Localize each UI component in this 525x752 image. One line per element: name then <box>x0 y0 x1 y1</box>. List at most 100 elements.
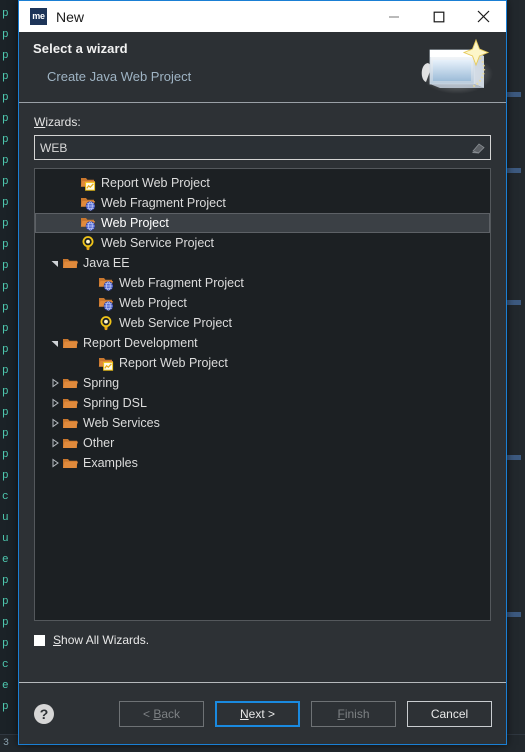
dialog-button-bar: ? < Back Next > Finish Cancel <box>19 682 506 744</box>
cancel-button[interactable]: Cancel <box>407 700 492 727</box>
search-field-wrapper[interactable] <box>34 135 491 160</box>
tree-item-label: Report Web Project <box>101 176 210 190</box>
editor-code-line: p <box>2 386 9 398</box>
editor-code-line: p <box>2 197 9 209</box>
back-button: < Back <box>119 700 204 727</box>
triangle-right-icon[interactable] <box>49 373 61 393</box>
triangle-down-icon[interactable] <box>49 333 61 353</box>
editor-code-line: c <box>2 491 9 503</box>
triangle-down-icon[interactable] <box>49 253 61 273</box>
triangle-right-icon[interactable] <box>49 413 61 433</box>
tree-item[interactable]: Web Project <box>35 293 490 313</box>
folder-open-icon <box>61 335 79 351</box>
new-wizard-dialog: me New Select a wizard Create Java Web P… <box>18 0 507 745</box>
show-all-wizards-label: Show All Wizards. <box>53 633 149 647</box>
dialog-title: New <box>56 8 85 25</box>
editor-code-line: p <box>2 281 9 293</box>
tree-item[interactable]: Spring DSL <box>35 393 490 413</box>
tree-item[interactable]: Report Web Project <box>35 173 490 193</box>
folder-report-icon <box>79 175 97 191</box>
triangle-right-icon[interactable] <box>49 433 61 453</box>
wizard-nav-buttons: < Back Next > Finish Cancel <box>119 700 492 727</box>
tree-item[interactable]: Spring <box>35 373 490 393</box>
folder-open-icon <box>61 395 79 411</box>
editor-code-line: p <box>2 575 9 587</box>
editor-code-line: p <box>2 8 9 20</box>
tree-item-label: Web Fragment Project <box>101 196 226 210</box>
editor-code-line: p <box>2 218 9 230</box>
tree-item[interactable]: Other <box>35 433 490 453</box>
minimize-icon[interactable] <box>371 1 416 32</box>
tree-item[interactable]: Web Fragment Project <box>35 193 490 213</box>
tree-item[interactable]: Java EE <box>35 253 490 273</box>
tree-item[interactable]: Report Web Project <box>35 353 490 373</box>
editor-code-line: p <box>2 239 9 251</box>
tree-item[interactable]: Web Service Project <box>35 233 490 253</box>
tree-item-label: Other <box>83 436 115 450</box>
editor-code-line: p <box>2 344 9 356</box>
tree-item-label: Spring DSL <box>83 396 147 410</box>
show-all-wizards-checkbox[interactable] <box>34 634 45 646</box>
editor-code-line: p <box>2 596 9 608</box>
svg-text:?: ? <box>40 706 49 722</box>
tree-item-label: Web Fragment Project <box>119 276 244 290</box>
button-label: < Back <box>142 706 181 721</box>
button-label: Cancel <box>430 706 469 721</box>
tree-item-label: Examples <box>83 456 138 470</box>
tree-item-label: Web Project <box>101 216 169 230</box>
triangle-right-icon[interactable] <box>49 393 61 413</box>
folder-open-icon <box>61 255 79 271</box>
tree-item[interactable]: Web Fragment Project <box>35 273 490 293</box>
folder-report-icon <box>97 355 115 371</box>
folder-open-icon <box>61 415 79 431</box>
folder-open-icon <box>61 455 79 471</box>
tree-item[interactable]: Examples <box>35 453 490 473</box>
wizard-header: Select a wizard Create Java Web Project <box>19 32 506 103</box>
editor-code-line: p <box>2 176 9 188</box>
editor-code-line: p <box>2 29 9 41</box>
folder-web-icon <box>79 215 97 231</box>
app-icon: me <box>30 8 47 25</box>
dialog-title-bar: me New <box>19 1 506 32</box>
maximize-icon[interactable] <box>416 1 461 32</box>
show-all-rest: how All Wizards. <box>61 633 150 647</box>
next-button[interactable]: Next > <box>215 700 300 727</box>
editor-code-line: c <box>2 659 9 671</box>
tree-item-label: Web Project <box>119 296 187 310</box>
editor-code-line: p <box>2 407 9 419</box>
editor-code-line: p <box>2 260 9 272</box>
show-all-wizards-row[interactable]: Show All Wizards. <box>34 633 491 647</box>
editor-code-line: u <box>2 512 9 524</box>
editor-code-line: p <box>2 134 9 146</box>
wizards-label-rest: izards: <box>45 115 81 129</box>
editor-code-line: e <box>2 680 9 692</box>
wizards-label: Wizards: <box>34 115 491 129</box>
folder-web-icon <box>97 275 115 291</box>
editor-code-line: p <box>2 638 9 650</box>
close-icon[interactable] <box>461 1 506 32</box>
tree-item-label: Spring <box>83 376 120 390</box>
show-all-mnemonic: S <box>53 633 62 647</box>
editor-code-line: p <box>2 113 9 125</box>
tree-item[interactable]: Web Project <box>35 213 490 233</box>
editor-code-line: p <box>2 155 9 167</box>
tree-item-label: Web Service Project <box>101 236 215 250</box>
search-input[interactable] <box>35 136 490 159</box>
folder-web-icon <box>97 295 115 311</box>
new-window-sparkle-icon <box>410 36 496 100</box>
editor-code-line: e <box>2 554 9 566</box>
tree-item[interactable]: Web Services <box>35 413 490 433</box>
help-question-icon[interactable]: ? <box>33 703 55 725</box>
triangle-right-icon[interactable] <box>49 453 61 473</box>
tree-item[interactable]: Report Development <box>35 333 490 353</box>
eraser-icon[interactable] <box>470 141 486 155</box>
editor-code-line: p <box>2 428 9 440</box>
editor-code-line: p <box>2 365 9 377</box>
editor-code-line: p <box>2 617 9 629</box>
editor-code-line: p <box>2 470 9 482</box>
editor-code-line: p <box>2 71 9 83</box>
tree-item[interactable]: Web Service Project <box>35 313 490 333</box>
folder-web-icon <box>79 195 97 211</box>
wizards-tree[interactable]: Report Web Project Web Fragment Project We… <box>34 168 491 621</box>
